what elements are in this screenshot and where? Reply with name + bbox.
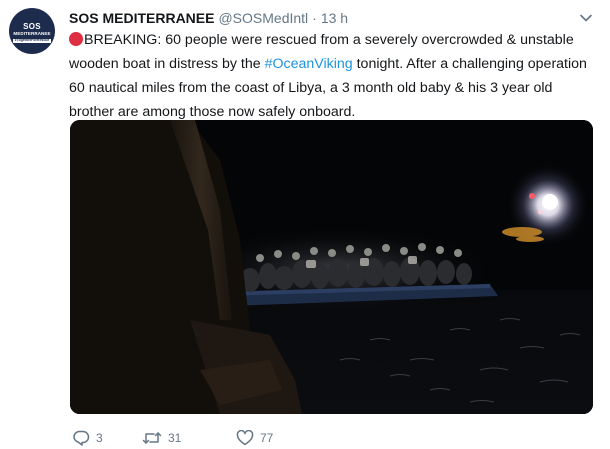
display-name[interactable]: SOS MEDITERRANEE [69, 10, 214, 26]
red-circle-icon [69, 32, 83, 46]
chevron-down-icon[interactable] [576, 8, 596, 28]
reply-count: 3 [96, 431, 103, 445]
separator-dot: · [312, 10, 317, 26]
reply-icon [73, 430, 90, 446]
timestamp[interactable]: 13 h [321, 10, 348, 26]
account-avatar[interactable]: SOS MEDITERRANEE #TogetherForRescue [9, 8, 55, 54]
retweet-button[interactable]: 31 [142, 430, 236, 446]
tweet-actions: 3 31 77 [72, 427, 296, 449]
reply-button[interactable]: 3 [72, 430, 142, 446]
tweet-photo[interactable] [70, 120, 593, 414]
avatar-logo-line3: #TogetherForRescue [12, 38, 52, 43]
avatar-logo-line1: SOS [23, 21, 41, 31]
retweet-icon [142, 432, 162, 444]
like-count: 77 [260, 431, 274, 445]
retweet-count: 31 [168, 431, 182, 445]
tweet: SOS MEDITERRANEE #TogetherForRescue SOS … [0, 0, 610, 449]
tweet-text: BREAKING: 60 people were rescued from a … [69, 28, 594, 124]
heart-icon [236, 430, 254, 446]
tweet-header: SOS MEDITERRANEE @SOSMedIntl · 13 h [69, 8, 600, 28]
hashtag-link[interactable]: #OceanViking [265, 56, 353, 72]
like-button[interactable]: 77 [236, 430, 296, 446]
night-rescue-photo [70, 120, 593, 414]
avatar-logo-line2: MEDITERRANEE [13, 30, 51, 36]
user-handle[interactable]: @SOSMedIntl [218, 10, 308, 26]
